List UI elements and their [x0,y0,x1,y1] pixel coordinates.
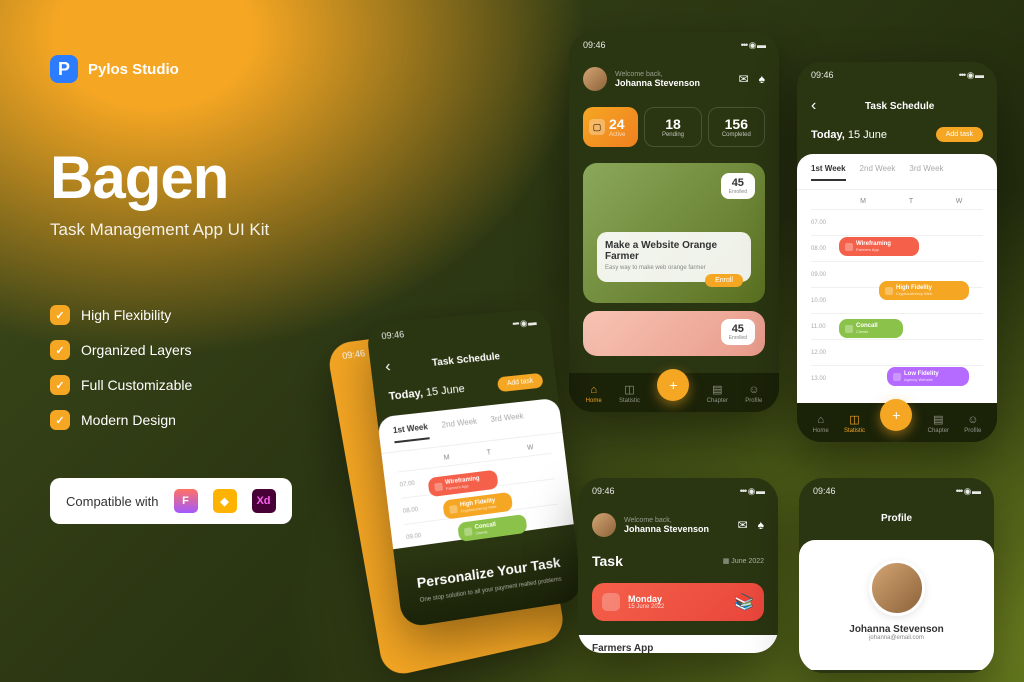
back-icon[interactable]: ‹ [811,97,816,115]
back-icon[interactable]: ‹ [384,358,392,377]
nav-statistic[interactable]: ◫Statistic [619,383,640,404]
welcome-greeting: Welcome back, [615,71,700,78]
avatar[interactable] [592,513,616,537]
status-icons: ••• ◉ ▬ [959,70,983,81]
bottom-nav: ⌂Home ◫Statistic + ▤Chapter ☺Profile [797,403,997,442]
enroll-button[interactable]: Enroll [705,274,743,287]
feature-item: Modern Design [81,412,176,428]
figma-icon: F [174,489,198,513]
briefcase-icon [602,593,620,611]
brand: P Pylos Studio [50,55,480,83]
chat-icon[interactable]: ✉ [739,72,749,86]
sketch-icon: ◆ [213,489,237,513]
enrolled-badge: 45Enrolled [721,173,755,199]
timeline: 07.0008.0009.0010.0011.0012.0013.00Wiref… [797,209,997,391]
calendar-icon: ▦ [723,558,732,565]
profile-name: Johanna Stevenson [813,624,980,635]
phone-profile: 09:46••• ◉ ▬ Profile Johanna Stevenson j… [799,478,994,673]
brand-name: Pylos Studio [88,61,179,78]
avatar[interactable] [583,67,607,91]
event-wireframing[interactable]: WireframingFarmers App [839,237,919,256]
phone-home: 09:46 ••• ◉ ▬ Welcome back,Johanna Steven… [569,32,779,412]
check-icon: ✓ [50,305,70,325]
day-header: M [839,198,887,205]
stat-pending[interactable]: 18Pending [644,107,701,147]
stat-completed[interactable]: 156Completed [708,107,765,147]
check-icon: ✓ [50,410,70,430]
task-card[interactable]: Monday15 June 2022📚 [592,583,764,621]
week-tab[interactable]: 2nd Week [860,164,896,181]
profile-avatar[interactable] [869,560,925,616]
event-concall[interactable]: ConcallClients [839,319,903,338]
nav-profile[interactable]: ☺Profile [745,384,762,404]
product-subtitle: Task Management App UI Kit [50,220,480,240]
fab-add[interactable]: + [880,399,912,431]
feature-item: High Flexibility [81,307,171,323]
nav-chapter[interactable]: ▤Chapter [928,413,949,434]
nav-home[interactable]: ⌂Home [813,414,829,434]
nav-profile[interactable]: ☺Profile [964,414,981,434]
compatibility-badge: Compatible with F ◆ Xd [50,478,292,524]
day-header: T [887,198,935,205]
card-sub: Easy way to make web orange farmer [605,265,743,271]
feature-item: Full Customizable [81,377,192,393]
bottom-nav: ⌂Home ◫Statistic + ▤Chapter ☺Profile [569,373,779,412]
project-title: Farmers App [578,635,778,653]
chat-icon[interactable]: ✉ [738,518,748,532]
welcome-name: Johanna Stevenson [615,78,700,88]
feature-item: Organized Layers [81,342,192,358]
card-title: Make a Website Orange Farmer [605,240,743,262]
nav-statistic[interactable]: ◫Statistic [844,413,865,434]
week-tab[interactable]: 3rd Week [909,164,943,181]
phone-task: 09:46••• ◉ ▬ Welcome back,Johanna Steven… [578,478,778,653]
week-tabs: 1st Week 2nd Week 3rd Week [797,164,997,190]
today-label: Today, [811,129,845,141]
schedule-title: Task Schedule [865,101,934,112]
product-title: Bagen [50,148,480,208]
phone-promo: 09:46••• ◉ ▬ ‹Task Schedule Today, 15 Ju… [366,308,583,628]
date-label: 15 June [848,129,887,141]
nav-home[interactable]: ⌂Home [586,384,602,404]
calendar-icon: ▢ [589,119,605,135]
day-header: W [935,198,983,205]
status-time: 09:46 [811,70,834,81]
bell-icon[interactable]: ♠ [758,518,764,532]
task-title: Task [592,553,623,569]
event-high-fidelity[interactable]: High FidelityCryptocurrency Web [879,281,969,300]
stat-active[interactable]: ▢24Active [583,107,638,147]
profile-title: Profile [799,505,994,532]
nav-chapter[interactable]: ▤Chapter [707,383,728,404]
event-low-fidelity[interactable]: Low FidelityAgency Website [887,367,969,386]
status-icons: ••• ◉ ▬ [741,40,765,51]
check-icon: ✓ [50,375,70,395]
course-card-2[interactable]: 45Enrolled [583,311,765,356]
add-task-button[interactable]: Add task [936,127,983,142]
check-icon: ✓ [50,340,70,360]
books-icon: 📚 [734,592,754,612]
logo-icon: P [50,55,78,83]
add-task-button[interactable]: Add task [497,373,544,392]
profile-email: johanna@email.com [813,635,980,641]
fab-add[interactable]: + [657,369,689,401]
enrolled-badge: 45Enrolled [721,319,755,345]
bell-icon[interactable]: ♠ [759,72,765,86]
status-time: 09:46 [583,40,606,51]
week-tab[interactable]: 1st Week [811,164,846,181]
compat-label: Compatible with [66,494,159,509]
phone-schedule: 09:46 ••• ◉ ▬ ‹ Task Schedule Today, 15 Ju… [797,62,997,442]
course-card[interactable]: 45Enrolled Make a Website Orange Farmer E… [583,163,765,303]
xd-icon: Xd [252,489,276,513]
